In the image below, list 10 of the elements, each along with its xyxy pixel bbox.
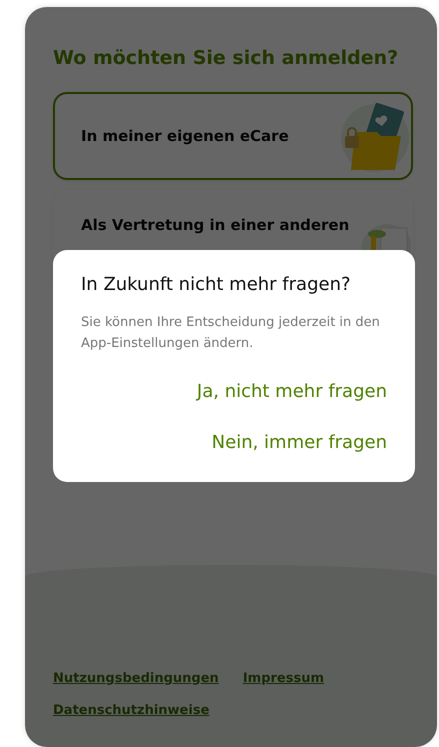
imprint-link[interactable]: Impressum (242, 669, 324, 688)
option-card[interactable]: In meiner eigenen eCare (53, 92, 413, 180)
dialog-message: Sie können Ihre Entscheidung jederzeit in den App-Einstellungen ändern. (81, 314, 381, 353)
option-label: In meiner eigenen eCare (81, 126, 289, 147)
cancel-button[interactable]: Nein, immer fragen (212, 424, 387, 460)
privacy-link[interactable]: Datenschutzhinweise (53, 702, 210, 718)
terms-link[interactable]: Nutzungsbedingungen (53, 669, 219, 688)
confirm-button[interactable]: Ja, nicht mehr fragen (196, 374, 387, 409)
page-title: Wo möchten Sie sich anmelden? (53, 47, 400, 70)
option-label: Als Vertretung in einer anderen (81, 214, 350, 236)
